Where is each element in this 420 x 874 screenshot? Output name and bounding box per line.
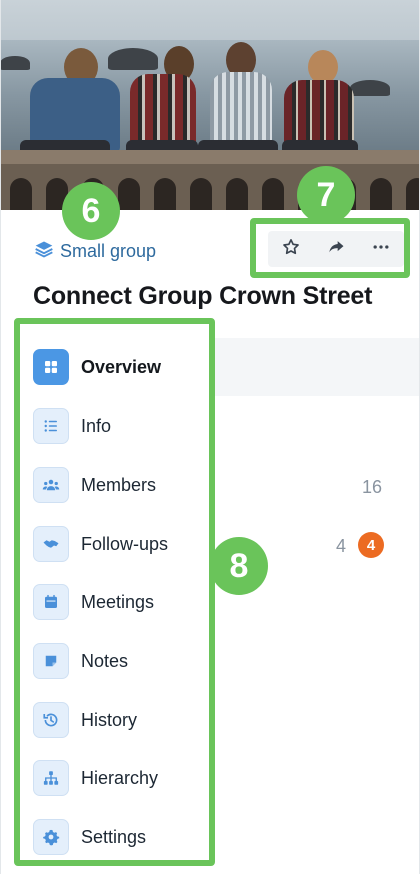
hierarchy-icon xyxy=(33,760,69,796)
action-toolbar xyxy=(268,231,404,267)
more-icon xyxy=(371,237,391,262)
nav-item-settings[interactable]: Settings xyxy=(33,819,146,855)
actions-highlight xyxy=(250,218,410,278)
nav-label-follow-ups: Follow-ups xyxy=(81,533,169,554)
nav-item-meetings[interactable]: Meetings xyxy=(33,584,154,620)
group-cover-photo xyxy=(0,0,420,210)
gear-icon xyxy=(33,819,69,855)
nav-label-info: Info xyxy=(81,415,112,436)
nav-item-hierarchy[interactable]: Hierarchy xyxy=(33,760,158,796)
nav-item-notes[interactable]: Notes xyxy=(33,643,128,679)
grid-icon xyxy=(33,349,69,385)
people-icon xyxy=(33,467,69,503)
handshake-icon xyxy=(33,526,69,562)
members-count: 16 xyxy=(362,477,383,497)
active-row-highlight xyxy=(215,338,420,396)
nav-label-notes: Notes xyxy=(81,650,129,671)
nav-label-members: Members xyxy=(81,474,157,495)
followups-alert-badge[interactable]: 4 xyxy=(358,532,384,558)
star-icon xyxy=(281,237,301,262)
nav-label-meetings: Meetings xyxy=(81,591,155,612)
callout-badge-actions: 7 xyxy=(297,166,355,224)
layers-icon xyxy=(34,239,54,264)
page-title: Connect Group Crown Street xyxy=(33,282,373,310)
more-button[interactable] xyxy=(365,234,397,264)
nav-item-info[interactable]: Info xyxy=(33,408,111,444)
list-icon xyxy=(33,408,69,444)
followups-count: 4 xyxy=(336,536,347,556)
nav-label-overview: Overview xyxy=(81,356,162,377)
favorite-button[interactable] xyxy=(275,234,307,264)
nav-item-members[interactable]: Members xyxy=(33,467,156,503)
nav-label-history: History xyxy=(81,709,138,730)
group-type-label: Small group xyxy=(60,240,157,261)
calendar-icon xyxy=(33,584,69,620)
callout-badge-navigation: 8 xyxy=(210,537,268,595)
note-icon xyxy=(33,643,69,679)
group-type[interactable]: Small group xyxy=(34,240,156,262)
nav-item-follow-ups[interactable]: Follow-ups xyxy=(33,526,168,562)
nav-label-hierarchy: Hierarchy xyxy=(81,767,159,788)
nav-item-history[interactable]: History xyxy=(33,702,137,738)
nav-label-settings: Settings xyxy=(81,826,147,847)
history-icon xyxy=(33,702,69,738)
nav-item-overview[interactable]: Overview xyxy=(33,349,161,385)
share-button[interactable] xyxy=(320,234,352,264)
callout-badge-group-type: 6 xyxy=(62,182,120,240)
share-icon xyxy=(326,237,346,262)
